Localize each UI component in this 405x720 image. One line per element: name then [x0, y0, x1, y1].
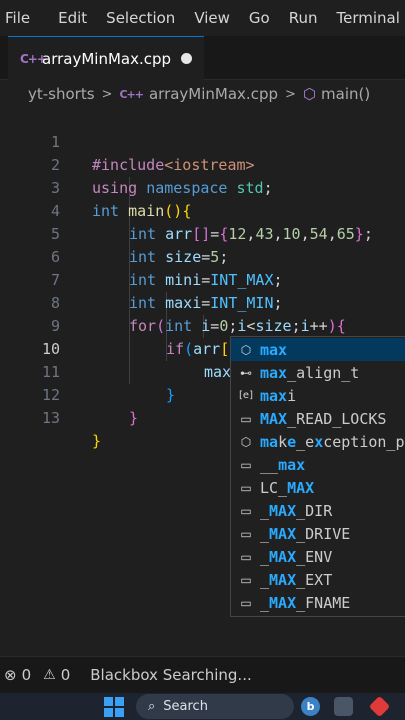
macro-icon: ▭ [240, 411, 252, 426]
suggestion-item[interactable]: ⬡ m a k e _e x ception_p [231, 430, 405, 453]
suggestion-item[interactable]: ⬡ max > [231, 338, 405, 361]
code-line: 6 int mini=INT_MAX; [0, 223, 405, 289]
status-message[interactable]: Blackbox Searching... [90, 666, 252, 684]
menu-file[interactable]: File [2, 9, 33, 27]
app-icon[interactable] [368, 695, 391, 718]
menu-go[interactable]: Go [246, 9, 273, 27]
code-line: 3 int main(){ [0, 154, 405, 220]
suggestion-item[interactable]: ▭ _ MAX _FNAME [231, 591, 405, 614]
menu-bar: File Edit Selection View Go Run Terminal… [0, 0, 405, 36]
autocomplete-suggestions: ⬡ max > ⊷ max_align_t [e] maxi ▭ MAX_REA… [230, 336, 405, 617]
unsaved-dot-icon[interactable] [181, 53, 192, 64]
breadcrumb-folder[interactable]: yt-shorts [28, 85, 95, 103]
macro-icon: ▭ [240, 457, 252, 472]
suggestion-item[interactable]: ▭ _ MAX _DIR [231, 499, 405, 522]
suggestion-item[interactable]: ▭ __ max [231, 453, 405, 476]
cube-icon: ⬡ [240, 434, 252, 449]
code-line: 5 int size=5; [0, 200, 405, 266]
suggestion-item[interactable]: ▭ LC_ MAX [231, 476, 405, 499]
symbol-method-icon: ⬡ [302, 85, 317, 103]
menu-run[interactable]: Run [286, 9, 321, 27]
warning-icon: ⚠ [43, 667, 56, 683]
chevron-right-icon: > [101, 86, 113, 102]
tab-title: arrayMinMax.cpp [42, 49, 172, 68]
store-app-icon[interactable] [334, 697, 353, 716]
search-icon: ⌕ [148, 699, 156, 714]
error-icon: ⊗ [4, 666, 17, 684]
chevron-right-icon: > [285, 86, 296, 102]
macro-icon: ▭ [240, 480, 252, 495]
code-line-active: 10 max [0, 315, 405, 382]
code-line: 8 for(int i=0;i<size;i++){ [0, 269, 405, 335]
code-line: 7 int maxi=INT_MIN; [0, 246, 405, 312]
problems-warnings[interactable]: ⚠ 0 [43, 666, 70, 684]
code-line: 1 #include<iostream> [0, 108, 405, 174]
menu-selection[interactable]: Selection [103, 9, 178, 27]
breadcrumb-file[interactable]: arrayMinMax.cpp [149, 85, 278, 103]
status-bar: ⊗ 0 ⚠ 0 Blackbox Searching... [0, 656, 405, 693]
typedef-icon: ⊷ [240, 365, 252, 380]
tab-arrayminmax[interactable]: C++ arrayMinMax.cpp [8, 36, 204, 80]
suggestion-item[interactable]: [e] max i [231, 384, 405, 407]
tab-bar: C++ arrayMinMax.cpp [0, 36, 405, 80]
code-line: 2 using namespace std; [0, 131, 405, 197]
variable-icon: [e] [239, 390, 253, 401]
os-taskbar: ⌕ Search b [0, 693, 405, 720]
problems-errors[interactable]: ⊗ 0 [4, 666, 31, 684]
menu-terminal[interactable]: Terminal [334, 9, 403, 27]
cube-icon: ⬡ [240, 342, 252, 357]
cpp-file-icon: C++ [119, 87, 143, 101]
macro-icon: ▭ [240, 595, 252, 610]
bing-icon[interactable]: b [301, 697, 320, 716]
macro-icon: ▭ [240, 526, 252, 541]
suggestion-item[interactable]: ▭ MAX _READ_LOCKS [231, 407, 405, 430]
windows-start-icon[interactable] [104, 697, 124, 717]
code-line: 4 int arr[]={12,43,10,54,65}; [0, 177, 405, 243]
menu-view[interactable]: View [191, 9, 233, 27]
macro-icon: ▭ [240, 572, 252, 587]
cpp-file-icon: C++ [20, 51, 47, 66]
taskbar-search[interactable]: ⌕ Search [136, 694, 294, 719]
line-number: 13 [41, 409, 60, 427]
suggestion-item[interactable]: ⊷ max _align_t [231, 361, 405, 384]
suggestion-item[interactable]: ▭ _ MAX _DRIVE [231, 522, 405, 545]
macro-icon: ▭ [240, 549, 252, 564]
breadcrumb-symbol[interactable]: main() [321, 85, 370, 103]
breadcrumb: yt-shorts > C++ arrayMinMax.cpp > ⬡ main… [0, 80, 405, 108]
suggestion-item[interactable]: ▭ _ MAX _EXT [231, 568, 405, 591]
suggestion-item[interactable]: ▭ _ MAX _ENV [231, 545, 405, 568]
macro-icon: ▭ [240, 503, 252, 518]
menu-edit[interactable]: Edit [55, 9, 90, 27]
code-line: 9 if(arr[i]>maxi){ [0, 292, 405, 358]
